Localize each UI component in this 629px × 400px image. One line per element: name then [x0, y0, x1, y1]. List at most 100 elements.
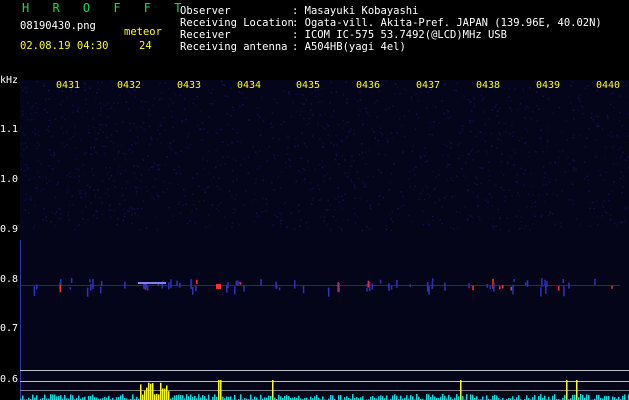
- noise-speck: [174, 122, 176, 124]
- noise-speck: [48, 130, 50, 133]
- noise-speck: [366, 112, 369, 114]
- noise-speck: [508, 229, 510, 232]
- histogram-bar: [624, 394, 626, 400]
- noise-speck: [367, 176, 369, 178]
- noise-speck: [464, 205, 467, 208]
- noise-speck: [584, 87, 587, 89]
- noise-speck: [341, 207, 344, 210]
- noise-speck: [100, 107, 102, 109]
- noise-speck: [545, 183, 548, 185]
- noise-speck: [358, 114, 360, 117]
- noise-speck: [582, 112, 584, 115]
- noise-speck: [208, 172, 211, 174]
- noise-speck: [327, 209, 329, 211]
- noise-speck: [361, 124, 364, 126]
- meteor-echo: [367, 280, 370, 288]
- histogram-bar: [606, 396, 608, 400]
- noise-speck: [350, 179, 352, 181]
- noise-speck: [231, 141, 233, 144]
- noise-speck: [353, 185, 356, 187]
- noise-speck: [620, 177, 622, 180]
- histogram-bar: [140, 384, 142, 400]
- noise-speck: [50, 154, 53, 156]
- noise-speck: [435, 176, 437, 179]
- noise-speck: [496, 110, 499, 113]
- noise-speck: [139, 179, 142, 182]
- meteor-echo: [124, 281, 126, 289]
- histogram-bar: [152, 383, 154, 400]
- noise-speck: [80, 196, 82, 199]
- noise-speck: [517, 109, 519, 111]
- noise-speck: [461, 128, 463, 130]
- noise-speck: [378, 153, 380, 155]
- noise-speck: [89, 186, 91, 189]
- histogram-bar: [526, 395, 528, 400]
- noise-speck: [340, 227, 343, 230]
- noise-speck: [205, 84, 207, 86]
- noise-speck: [166, 156, 168, 158]
- noise-speck: [107, 188, 109, 190]
- histogram-bar: [58, 396, 60, 400]
- noise-speck: [131, 207, 133, 210]
- noise-speck: [50, 220, 52, 223]
- noise-speck: [299, 171, 302, 174]
- noise-speck: [323, 175, 326, 177]
- noise-speck: [26, 102, 29, 104]
- noise-speck: [280, 171, 283, 173]
- noise-speck: [499, 134, 501, 136]
- noise-speck: [605, 171, 608, 173]
- noise-speck: [573, 168, 575, 170]
- meteor-echo: [368, 281, 371, 291]
- noise-speck: [73, 125, 76, 128]
- noise-speck: [75, 91, 77, 93]
- noise-speck: [253, 199, 255, 201]
- noise-speck: [61, 100, 64, 102]
- noise-speck: [504, 87, 506, 89]
- noise-speck: [206, 186, 209, 189]
- noise-speck: [231, 169, 234, 172]
- noise-speck: [144, 100, 147, 103]
- noise-speck: [205, 226, 207, 228]
- histogram-bar: [372, 396, 374, 400]
- meteor-echo: [144, 284, 146, 290]
- noise-speck: [65, 131, 68, 134]
- noise-speck: [335, 143, 338, 146]
- noise-speck: [239, 105, 241, 107]
- noise-speck: [521, 137, 523, 139]
- noise-speck: [133, 213, 136, 215]
- noise-speck: [367, 217, 369, 219]
- noise-speck: [124, 213, 126, 215]
- noise-speck: [125, 169, 127, 172]
- noise-speck: [335, 91, 338, 93]
- noise-speck: [266, 160, 269, 162]
- noise-speck: [84, 192, 87, 195]
- histogram-bar: [338, 395, 340, 400]
- noise-speck: [176, 172, 178, 175]
- histogram-bar: [154, 394, 156, 400]
- noise-speck: [447, 110, 450, 113]
- noise-speck: [235, 209, 237, 211]
- noise-speck: [186, 222, 189, 225]
- noise-speck: [48, 119, 51, 122]
- noise-speck: [45, 176, 47, 179]
- noise-speck: [230, 114, 232, 117]
- noise-speck: [455, 211, 458, 213]
- meteor-count: 24: [139, 40, 152, 52]
- noise-speck: [280, 222, 282, 225]
- noise-speck: [243, 157, 246, 160]
- noise-speck: [447, 117, 450, 119]
- noise-speck: [188, 132, 190, 135]
- meteor-echo: [510, 286, 512, 291]
- noise-speck: [361, 119, 364, 121]
- noise-speck: [499, 228, 501, 231]
- noise-speck: [588, 190, 591, 192]
- noise-speck: [613, 106, 615, 109]
- noise-speck: [493, 227, 495, 230]
- noise-speck: [513, 164, 515, 166]
- noise-speck: [354, 187, 356, 190]
- noise-speck: [522, 227, 524, 230]
- noise-speck: [485, 132, 487, 135]
- noise-speck: [285, 162, 287, 164]
- noise-speck: [292, 101, 294, 104]
- noise-speck: [368, 149, 370, 151]
